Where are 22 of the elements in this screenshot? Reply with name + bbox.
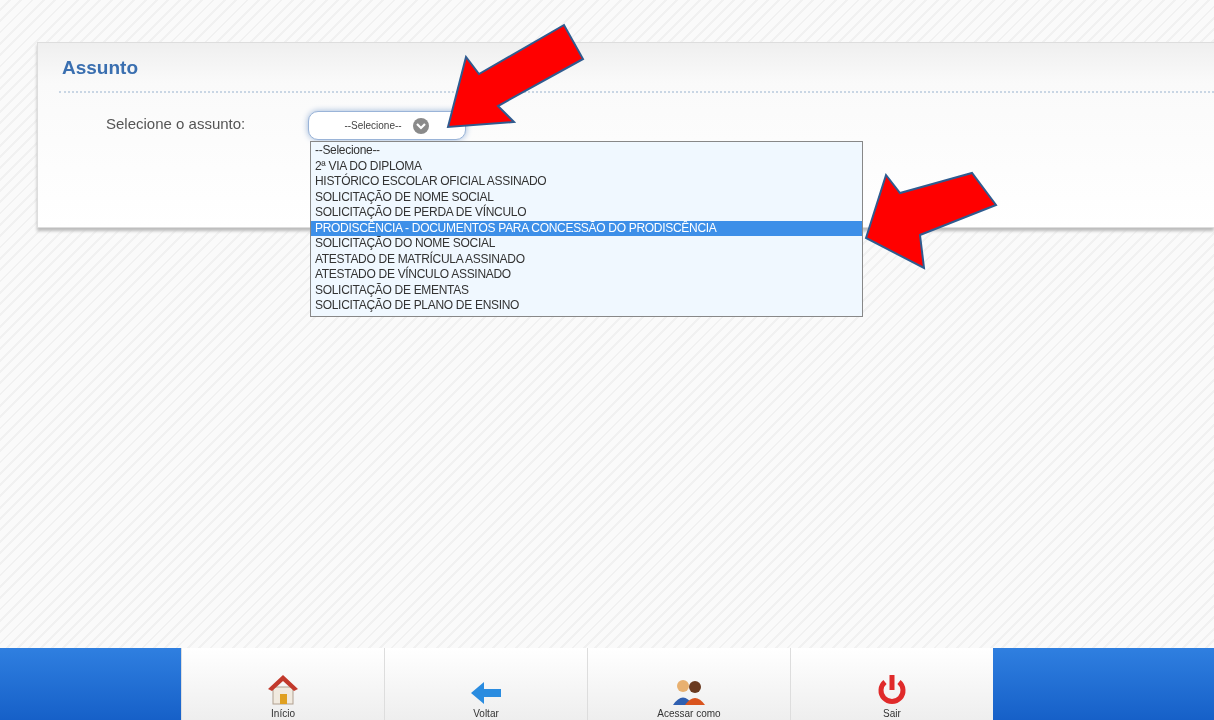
footer-button[interactable]: Acessar como <box>587 648 790 720</box>
left-arrow-icon <box>469 680 503 706</box>
footer-button[interactable]: Início <box>181 648 384 720</box>
field-label: Selecione o assunto: <box>106 114 247 132</box>
dropdown-option[interactable]: SOLICITAÇÃO DE EMENTAS <box>311 282 862 298</box>
dropdown-option[interactable]: SOLICITAÇÃO DE PERDA DE VÍNCULO <box>311 205 862 221</box>
dropdown-option[interactable]: SOLICITAÇÃO DO NOME SOCIAL <box>311 236 862 252</box>
dropdown-option[interactable]: --Selecione-- <box>311 143 862 159</box>
users-icon <box>671 678 707 706</box>
dropdown-option[interactable]: ATESTADO DE VÍNCULO ASSINADO <box>311 267 862 283</box>
dropdown-option[interactable]: 2ª VIA DO DIPLOMA <box>311 158 862 174</box>
panel-title: Assunto <box>62 57 139 79</box>
dropdown-option[interactable]: HISTÓRICO ESCOLAR OFICIAL ASSINADO <box>311 174 862 190</box>
chevron-down-icon <box>411 116 430 135</box>
subject-select[interactable]: --Selecione-- <box>308 111 466 140</box>
dropdown-option[interactable]: ATESTADO DE MATRÍCULA ASSINADO <box>311 251 862 267</box>
dropdown-option[interactable]: SOLICITAÇÃO DE NOME SOCIAL <box>311 189 862 205</box>
house-icon <box>266 672 300 706</box>
dropdown-option[interactable]: SOLICITAÇÃO DE PLANO DE ENSINO <box>311 298 862 314</box>
footer-button[interactable]: Sair <box>790 648 993 720</box>
footer-button[interactable]: Voltar <box>384 648 587 720</box>
power-icon <box>876 674 908 706</box>
